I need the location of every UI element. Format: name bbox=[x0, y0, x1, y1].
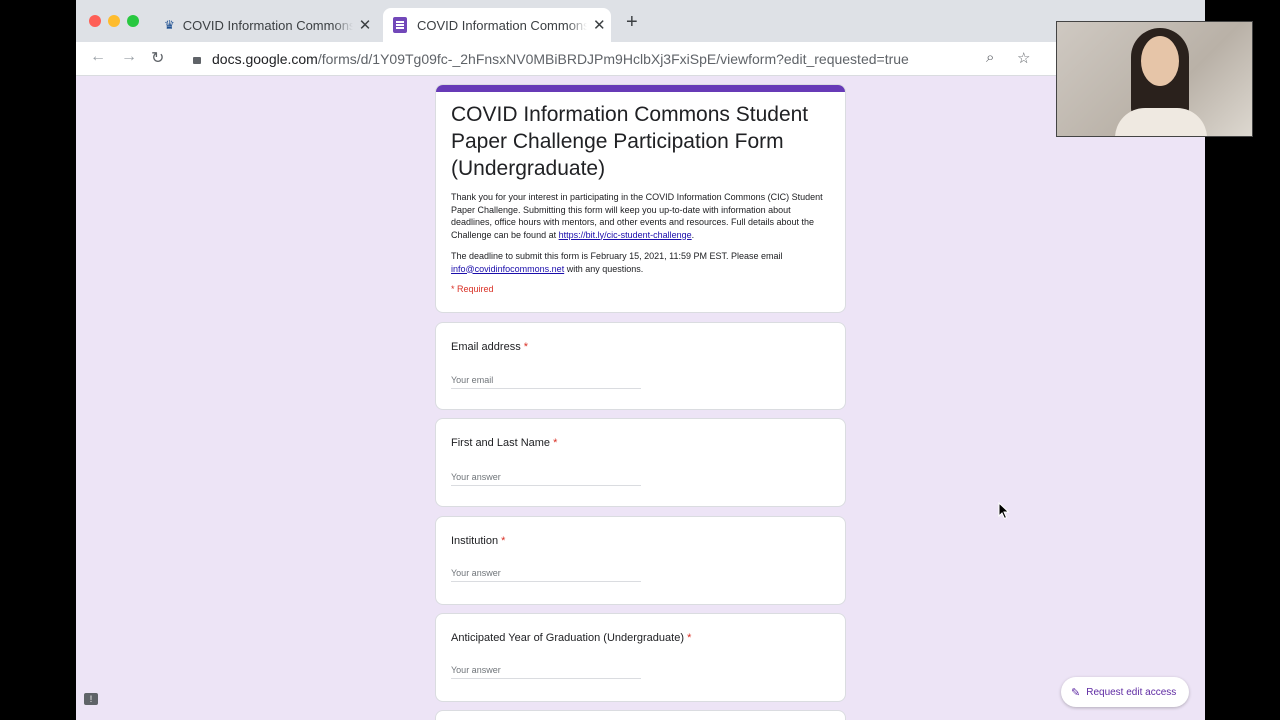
required-star: * bbox=[523, 341, 529, 353]
question-card-institution: Institution * bbox=[435, 516, 846, 605]
question-label: Anticipated Year of Graduation (Undergra… bbox=[451, 632, 692, 644]
close-tab-icon[interactable]: ✕ bbox=[359, 16, 372, 34]
maximize-window-button[interactable] bbox=[127, 15, 139, 27]
question-card-email: Email address * bbox=[435, 322, 846, 410]
address-bar[interactable]: docs.google.com/forms/d/1Y09Tg09fc-_2hFn… bbox=[181, 42, 1041, 76]
email-link[interactable]: info@covidinfocommons.net bbox=[451, 264, 564, 274]
email-field[interactable] bbox=[451, 375, 641, 389]
browser-window: ♛ COVID Information Commons Student Pape… bbox=[76, 0, 1205, 720]
tab-inactive[interactable]: ♛ COVID Information Commons Student Pape… bbox=[164, 8, 379, 42]
reload-icon[interactable]: ↻ bbox=[151, 48, 164, 68]
required-star: * bbox=[687, 632, 692, 644]
deadline-text: The deadline to submit this form is Febr… bbox=[451, 251, 783, 261]
question-card-graduation: Anticipated Year of Graduation (Undergra… bbox=[435, 613, 846, 702]
tab-title: COVID Information Commons Student Paper … bbox=[182, 17, 353, 33]
request-edit-access-button[interactable]: ✎ Request edit access bbox=[1061, 677, 1189, 707]
question-label: First and Last Name * bbox=[451, 437, 558, 449]
request-edit-label: Request edit access bbox=[1086, 686, 1177, 698]
mouse-cursor-icon bbox=[998, 502, 1010, 520]
url-path: /forms/d/1Y09Tg09fc-_2hFnsxNV0MBiBRDJPm9… bbox=[317, 51, 909, 67]
url-domain: docs.google.com bbox=[212, 51, 318, 67]
close-tab-icon[interactable]: ✕ bbox=[593, 16, 606, 34]
forward-icon[interactable]: → bbox=[121, 48, 137, 66]
zoom-icon[interactable]: ⌕ bbox=[986, 49, 994, 66]
tab-active[interactable]: COVID Information Commons Student Paper … bbox=[383, 8, 611, 42]
pencil-icon: ✎ bbox=[1071, 686, 1081, 699]
accent-bar bbox=[436, 85, 845, 92]
required-star: * bbox=[553, 437, 558, 449]
form-header-card: COVID Information Commons Student Paper … bbox=[435, 84, 846, 313]
tab-title: COVID Information Commons Student Paper … bbox=[417, 17, 587, 33]
form-deadline: The deadline to submit this form is Febr… bbox=[436, 241, 845, 275]
institution-field[interactable] bbox=[451, 568, 641, 582]
new-tab-icon[interactable]: + bbox=[626, 12, 638, 32]
google-forms-icon bbox=[393, 17, 407, 33]
form-page: COVID Information Commons Student Paper … bbox=[76, 76, 1205, 720]
tab-bar: ♛ COVID Information Commons Student Pape… bbox=[76, 0, 1205, 42]
question-label: Institution * bbox=[451, 535, 506, 547]
close-window-button[interactable] bbox=[89, 15, 101, 27]
webcam-overlay bbox=[1056, 21, 1253, 137]
required-star: * bbox=[501, 535, 506, 547]
question-label: Email address * bbox=[451, 341, 529, 353]
deadline-text: with any questions. bbox=[564, 263, 644, 274]
bookmark-star-icon[interactable]: ☆ bbox=[1017, 49, 1030, 67]
form-title: COVID Information Commons Student Paper … bbox=[451, 103, 809, 180]
required-note: * Required bbox=[451, 284, 494, 294]
university-crown-icon: ♛ bbox=[164, 18, 175, 32]
minimize-window-button[interactable] bbox=[108, 15, 120, 27]
form-description: Thank you for your interest in participa… bbox=[436, 182, 845, 241]
name-field[interactable] bbox=[451, 472, 641, 486]
feedback-icon[interactable]: ! bbox=[84, 693, 98, 705]
challenge-link[interactable]: https://bit.ly/cic-student-challenge bbox=[559, 230, 692, 240]
question-card-name: First and Last Name * bbox=[435, 418, 846, 507]
graduation-year-field[interactable] bbox=[451, 665, 641, 679]
description-text: . bbox=[691, 229, 695, 240]
lock-icon bbox=[193, 56, 201, 64]
address-toolbar: ← → ↻ docs.google.com/forms/d/1Y09Tg09fc… bbox=[76, 42, 1205, 76]
back-icon[interactable]: ← bbox=[90, 48, 106, 66]
question-card-next bbox=[435, 710, 846, 720]
